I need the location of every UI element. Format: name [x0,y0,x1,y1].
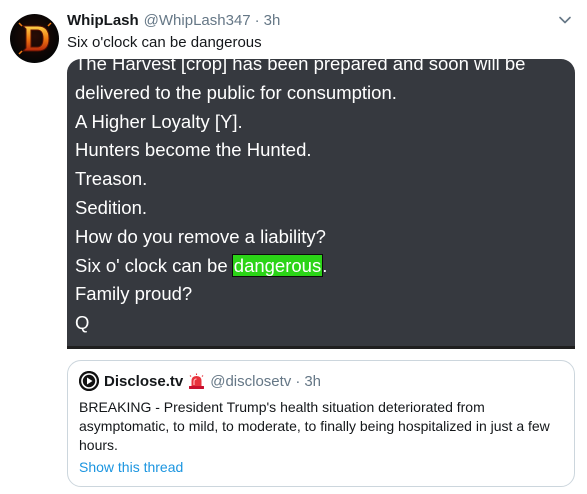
image-line: Q [75,312,90,334]
quoted-author-display-name[interactable]: Disclose.tv [104,373,183,390]
quoted-author-handle[interactable]: @disclosetv [210,373,291,390]
image-line: A Higher Loyalty [Y]. [75,110,243,132]
image-line: Hunters become the Hunted. [75,139,312,161]
tweet[interactable]: D WhipLash @WhipLash347 · 3h Six o'clock… [0,0,587,494]
separator-dot: · [295,372,301,390]
quoted-tweet-text: BREAKING - President Trump's health situ… [79,399,550,453]
highlight-before: Six o' clock can be [75,254,233,276]
svg-text:D: D [10,14,11,15]
tweet-text: Six o'clock can be dangerous [67,34,262,51]
image-line: Family proud? [75,283,193,305]
separator-dot: · [254,12,260,29]
highlighted-word: dangerous [231,253,324,277]
author-display-name[interactable]: WhipLash [67,12,139,29]
chevron-down-icon[interactable] [557,12,573,28]
highlight-after: . [322,254,328,276]
diablo-logo-icon: D [10,14,52,55]
tweet-timestamp[interactable]: 3h [264,12,281,29]
author-avatar[interactable]: D [10,14,59,63]
image-line-highlighted: Six o' clock can be dangerous. [75,252,525,281]
image-text-block: The Harvest [crop] has been prepared and… [75,59,525,338]
tweet-image[interactable]: The Harvest [crop] has been prepared and… [67,59,575,349]
image-line: Treason. [75,168,148,190]
play-logo-icon [79,371,99,391]
siren-emoji-icon [189,373,205,389]
author-handle[interactable]: @WhipLash347 [144,12,251,29]
quoted-tweet-timestamp[interactable]: 3h [304,373,321,390]
tweet-header: WhipLash @WhipLash347 · 3h [67,12,280,32]
quoted-tweet-header: Disclose.tv @disclosetv · 3h [79,371,321,391]
image-line: delivered to the public for consumption. [75,81,397,103]
image-line: Sedition. [75,196,147,218]
image-line: How do you remove a liability? [75,225,326,247]
show-thread-link[interactable]: Show this thread [79,459,183,475]
image-line: The Harvest [crop] has been prepared and… [75,59,526,74]
quoted-tweet[interactable]: Disclose.tv @disclosetv · 3h BREAKING - … [67,360,575,487]
quoted-author-avatar[interactable] [79,371,99,391]
